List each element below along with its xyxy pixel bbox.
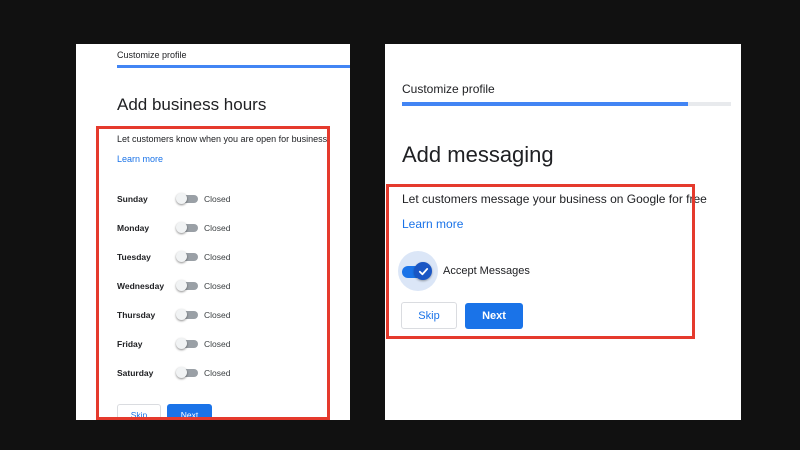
progress-bar (402, 102, 731, 106)
day-status: Closed (204, 281, 231, 291)
toggle-knob (176, 222, 187, 233)
toggle-knob (176, 367, 187, 378)
messaging-description: Let customers message your business on G… (402, 192, 707, 206)
day-toggle[interactable] (176, 338, 198, 349)
accept-messages-label: Accept Messages (443, 265, 530, 277)
page-title: Add messaging (402, 142, 554, 167)
day-status: Closed (204, 252, 231, 262)
toggle-knob (176, 338, 187, 349)
day-row-saturday: Saturday Closed (117, 366, 277, 380)
toggle-knob (176, 251, 187, 262)
business-hours-panel: Customize profile Add business hours Let… (76, 44, 350, 420)
progress-bar-fill (402, 102, 689, 106)
day-label: Monday (117, 223, 150, 233)
learn-more-link[interactable]: Learn more (117, 154, 163, 164)
day-label: Tuesday (117, 252, 151, 262)
next-button[interactable]: Next (167, 404, 212, 420)
day-label: Friday (117, 339, 143, 349)
progress-bar-fill (117, 65, 350, 68)
accept-messages-toggle[interactable] (398, 251, 438, 291)
day-toggle[interactable] (176, 280, 198, 291)
day-status: Closed (204, 223, 231, 233)
toggle-knob (414, 262, 432, 280)
day-label: Thursday (117, 310, 156, 320)
progress-bar (117, 65, 350, 68)
checkmark-icon (418, 267, 428, 275)
toggle-knob (176, 309, 187, 320)
skip-button[interactable]: Skip (117, 404, 161, 420)
hours-description: Let customers know when you are open for… (117, 134, 328, 144)
day-toggle[interactable] (176, 222, 198, 233)
messaging-panel: Customize profile Add messaging Let cust… (385, 44, 741, 420)
day-status: Closed (204, 339, 231, 349)
day-status: Closed (204, 368, 231, 378)
day-row-tuesday: Tuesday Closed (117, 250, 277, 264)
day-toggle[interactable] (176, 367, 198, 378)
day-row-friday: Friday Closed (117, 337, 277, 351)
day-label: Saturday (117, 368, 154, 378)
day-toggle[interactable] (176, 251, 198, 262)
day-status: Closed (204, 194, 231, 204)
next-button[interactable]: Next (465, 303, 523, 329)
breadcrumb: Customize profile (117, 50, 187, 60)
day-row-wednesday: Wednesday Closed (117, 279, 277, 293)
day-row-thursday: Thursday Closed (117, 308, 277, 322)
day-label: Sunday (117, 194, 148, 204)
page-title: Add business hours (117, 95, 267, 114)
breadcrumb: Customize profile (402, 82, 495, 96)
day-status: Closed (204, 310, 231, 320)
toggle-knob (176, 280, 187, 291)
day-row-monday: Monday Closed (117, 221, 277, 235)
day-toggle[interactable] (176, 309, 198, 320)
day-row-sunday: Sunday Closed (117, 192, 277, 206)
day-label: Wednesday (117, 281, 165, 291)
skip-button[interactable]: Skip (401, 302, 457, 329)
learn-more-link[interactable]: Learn more (402, 217, 463, 231)
toggle-knob (176, 193, 187, 204)
day-toggle[interactable] (176, 193, 198, 204)
